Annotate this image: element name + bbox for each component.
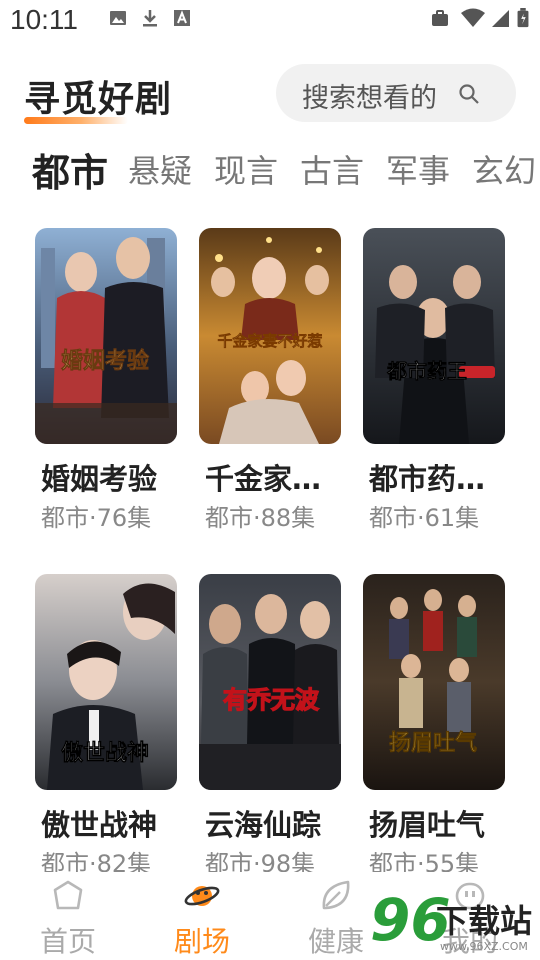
drama-meta: 都市·76集 <box>41 504 152 532</box>
search-placeholder: 搜索想看的 <box>302 83 437 114</box>
tab-xuanyi[interactable]: 悬疑 <box>128 146 192 192</box>
drama-title: 千金家… <box>205 462 322 496</box>
nav-label: 首页 <box>39 925 96 958</box>
poster-title-text: 婚姻考验 <box>61 348 149 374</box>
planet-icon <box>184 886 220 906</box>
poster-title-text: 都市药王 <box>386 359 467 383</box>
tab-guyan[interactable]: 古言 <box>300 146 364 192</box>
tab-xuanhuan[interactable]: 玄幻 <box>472 146 536 192</box>
download-icon <box>143 10 157 27</box>
search-icon <box>459 84 479 104</box>
watermark-text: 下载站 <box>436 902 533 940</box>
category-tabs: 都市 悬疑 现言 古言 军事 玄幻 <box>0 140 540 196</box>
tab-xianyan[interactable]: 现言 <box>214 146 278 192</box>
drama-meta: 都市·88集 <box>205 504 316 532</box>
title-underline <box>24 117 128 124</box>
page-title: 寻觅好剧 <box>24 79 173 120</box>
text-icon <box>174 10 190 26</box>
search-input[interactable]: 搜索想看的 <box>276 64 516 122</box>
briefcase-icon <box>432 10 448 26</box>
tab-dushi[interactable]: 都市 <box>32 142 108 196</box>
drama-poster[interactable]: 都市药王 <box>363 228 505 444</box>
poster-title-text: 千金家妻不好惹 <box>217 332 322 350</box>
drama-meta: 都市·61集 <box>369 504 480 532</box>
wifi-icon <box>461 8 485 27</box>
leaf-icon <box>322 880 350 910</box>
drama-title: 婚姻考验 <box>41 462 158 496</box>
status-bar: 10:11 <box>0 0 540 44</box>
drama-title: 傲世战神 <box>41 808 158 842</box>
drama-title: 都市药… <box>369 462 486 496</box>
battery-icon <box>517 8 529 28</box>
site-watermark: 96 下载站 www.96XZ.COM <box>370 886 540 960</box>
drama-title: 扬眉吐气 <box>369 808 486 842</box>
drama-poster[interactable]: 傲世战神 <box>35 574 177 790</box>
status-time: 10:11 <box>10 4 78 35</box>
drama-poster[interactable]: 有乔无波 <box>199 574 341 790</box>
drama-poster[interactable]: 千金家妻不好惹 <box>199 228 341 444</box>
nav-label: 剧场 <box>173 925 230 958</box>
home-icon <box>53 880 83 910</box>
watermark-url: www.96XZ.COM <box>440 940 528 953</box>
nav-item-theater[interactable]: 剧场 <box>152 872 252 960</box>
nav-item-home[interactable]: 首页 <box>18 872 118 960</box>
drama-title: 云海仙踪 <box>205 808 322 842</box>
drama-poster[interactable]: 婚姻考验 <box>35 228 177 444</box>
poster-title-text: 傲世战神 <box>61 740 149 766</box>
poster-title-text: 扬眉吐气 <box>389 730 477 756</box>
image-icon <box>110 11 126 25</box>
poster-title-text: 有乔无波 <box>223 685 320 714</box>
drama-poster[interactable]: 扬眉吐气 <box>363 574 505 790</box>
tab-junshi[interactable]: 军事 <box>386 146 450 192</box>
signal-icon <box>492 10 509 27</box>
